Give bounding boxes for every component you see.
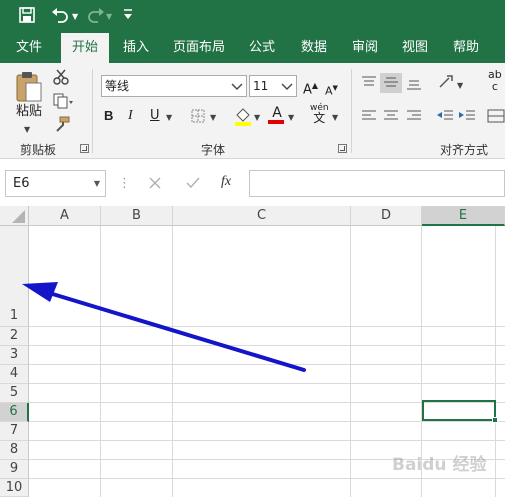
shrink-font-button[interactable]: A▼ <box>325 79 338 101</box>
ribbon-tabs: 文件 开始 插入 页面布局 公式 数据 审阅 视图 帮助 <box>0 33 505 63</box>
customize-qat-icon[interactable] <box>122 6 134 26</box>
ribbon-separator <box>92 69 93 153</box>
ribbon: 粘贴 ▼ 剪贴板 等线 11 A▲ A▼ B I U ▼ ▼ ▼ A ▼ wén… <box>0 63 505 159</box>
undo-dropdown-icon[interactable]: ▼ <box>72 12 78 32</box>
formula-input[interactable] <box>249 170 505 197</box>
title-bar: ▼ ▼ <box>0 0 505 33</box>
name-box[interactable]: E6 ▼ <box>5 170 106 197</box>
paste-dropdown-icon[interactable]: ▼ <box>24 120 30 139</box>
name-box-value: E6 <box>13 176 30 191</box>
save-icon[interactable] <box>18 6 36 26</box>
clipboard-group-label: 剪贴板 <box>20 143 57 157</box>
font-size-combo[interactable]: 11 <box>249 75 297 97</box>
phonetic-guide-button[interactable]: wén 文 <box>310 103 329 125</box>
bold-button[interactable]: B <box>104 107 113 125</box>
tab-formulas[interactable]: 公式 <box>240 33 284 63</box>
border-dropdown-icon[interactable]: ▼ <box>210 108 216 127</box>
font-color-label: A <box>272 105 282 121</box>
font-name-value: 等线 <box>105 79 130 93</box>
alignment-group-label: 对齐方式 <box>440 143 489 157</box>
font-size-value: 11 <box>253 79 269 93</box>
ribbon-separator <box>351 69 352 153</box>
font-name-combo[interactable]: 等线 <box>101 75 247 97</box>
enter-check-icon[interactable] <box>185 176 201 193</box>
tab-help[interactable]: 帮助 <box>444 33 488 63</box>
insert-function-button[interactable]: fx <box>221 174 231 190</box>
tab-data[interactable]: 数据 <box>292 33 336 63</box>
chevron-down-icon[interactable]: ▼ <box>94 171 100 196</box>
format-painter-icon[interactable] <box>53 115 71 138</box>
orientation-icon[interactable] <box>437 73 455 96</box>
align-right-icon[interactable] <box>405 108 423 129</box>
clipboard-launcher-icon[interactable] <box>80 144 89 153</box>
grow-font-label: A <box>303 82 312 98</box>
increase-indent-icon[interactable] <box>457 108 477 129</box>
bottom-align-icon[interactable] <box>405 74 423 97</box>
cancel-icon[interactable] <box>148 176 162 193</box>
copy-icon[interactable] <box>52 92 74 115</box>
phonetic-glyph: 文 <box>313 111 326 125</box>
watermark: Baidu 经验 <box>392 455 487 475</box>
top-align-icon[interactable] <box>360 74 378 97</box>
font-color-button[interactable]: A <box>268 104 286 124</box>
align-center-icon[interactable] <box>382 108 400 129</box>
chevron-down-icon[interactable] <box>278 76 296 96</box>
tab-file[interactable]: 文件 <box>5 33 53 63</box>
border-icon[interactable] <box>190 108 206 129</box>
paste-button[interactable]: 粘贴 <box>12 103 46 121</box>
redo-dropdown-icon: ▼ <box>106 12 113 21</box>
fill-color-icon[interactable] <box>233 105 253 132</box>
orientation-dropdown-icon[interactable]: ▼ <box>457 76 463 95</box>
font-group-label: 字体 <box>201 143 226 157</box>
middle-align-icon[interactable] <box>380 73 402 93</box>
fill-color-dropdown-icon[interactable]: ▼ <box>254 108 260 127</box>
grow-font-button[interactable]: A▲ <box>303 77 318 99</box>
font-color-dropdown-icon[interactable]: ▼ <box>288 108 294 127</box>
decrease-indent-icon[interactable] <box>435 108 455 129</box>
tab-review[interactable]: 审阅 <box>343 33 387 63</box>
wrap-text-button[interactable]: ab c <box>488 69 502 93</box>
italic-button[interactable]: I <box>128 107 133 125</box>
underline-dropdown-icon[interactable]: ▼ <box>166 108 172 127</box>
shrink-font-label: A <box>325 84 333 98</box>
phonetic-dropdown-icon[interactable]: ▼ <box>332 108 338 127</box>
underline-button[interactable]: U <box>150 107 160 125</box>
tab-view[interactable]: 视图 <box>393 33 437 63</box>
tab-insert[interactable]: 插入 <box>113 33 159 63</box>
align-left-icon[interactable] <box>360 108 378 129</box>
undo-icon[interactable] <box>50 6 70 26</box>
redo-icon[interactable] <box>86 6 106 26</box>
tab-home[interactable]: 开始 <box>61 33 109 63</box>
merge-center-icon[interactable] <box>487 108 505 129</box>
tab-page-layout[interactable]: 页面布局 <box>166 33 232 63</box>
wrap-text-glyph: c <box>491 80 498 93</box>
font-launcher-icon[interactable] <box>338 144 347 153</box>
chevron-down-icon[interactable] <box>228 76 246 96</box>
cut-icon[interactable] <box>52 68 70 91</box>
formula-bar-grip-icon: ⋮ <box>118 176 131 191</box>
